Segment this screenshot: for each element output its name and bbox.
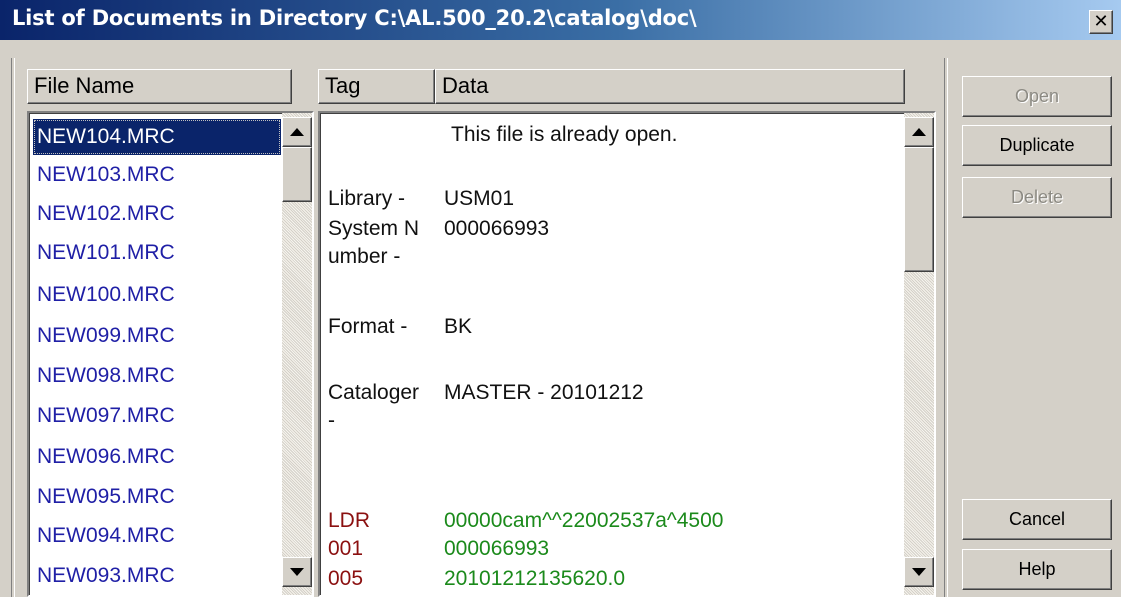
file-list-item-new101[interactable]: NEW101.MRC <box>33 235 281 271</box>
field-value-cataloger: MASTER - 20101212 <box>444 381 644 404</box>
file-list-scrollbar[interactable] <box>282 113 312 595</box>
data-header-label: Data <box>442 73 489 98</box>
record-value-ldr: 00000cam^^22002537a^4500 <box>444 509 724 532</box>
preview-scroll-down-button[interactable] <box>904 557 934 587</box>
file-list-scroll-up-button[interactable] <box>282 117 312 147</box>
field-tag-format: Format - <box>328 315 408 338</box>
preview-scroll-up-button[interactable] <box>904 117 934 147</box>
duplicate-button[interactable]: Duplicate <box>962 125 1112 166</box>
file-list-item-new104[interactable]: NEW104.MRC <box>33 119 281 155</box>
record-tag-001: 001 <box>328 537 364 560</box>
close-icon: ✕ <box>1093 11 1109 32</box>
tag-header-label: Tag <box>325 73 361 98</box>
field-tag-system-number: System Number - <box>328 217 420 268</box>
document-preview[interactable]: This file is already open. Library - USM… <box>318 111 936 597</box>
field-value-system-number: 000066993 <box>444 217 550 240</box>
help-button[interactable]: Help <box>962 549 1112 590</box>
file-list-item-new096[interactable]: NEW096.MRC <box>33 439 281 475</box>
file-list-item-new098[interactable]: NEW098.MRC <box>33 358 281 394</box>
record-tag-005: 005 <box>328 567 364 590</box>
record-value-001: 000066993 <box>444 537 550 560</box>
arrow-down-icon <box>912 568 926 576</box>
field-tag-library: Library - <box>328 187 406 210</box>
preview-scroll-thumb[interactable] <box>904 147 934 272</box>
record-tag-ldr: LDR <box>328 509 371 532</box>
file-list-item-new102[interactable]: NEW102.MRC <box>33 196 281 232</box>
file-list-item-new094[interactable]: NEW094.MRC <box>33 518 281 554</box>
title-bar: List of Documents in Directory C:\AL.500… <box>0 0 1121 40</box>
file-list-item-new093[interactable]: NEW093.MRC <box>33 558 281 594</box>
data-column-header[interactable]: Data <box>435 69 905 104</box>
file-list-item-new099[interactable]: NEW099.MRC <box>33 318 281 354</box>
field-value-format: BK <box>444 315 473 338</box>
arrow-down-icon <box>290 568 304 576</box>
frame-divider-right <box>944 58 948 597</box>
arrow-up-icon <box>912 128 926 136</box>
tag-column-header[interactable]: Tag <box>318 69 435 104</box>
already-open-notice: This file is already open. <box>451 123 678 146</box>
cancel-button[interactable]: Cancel <box>962 499 1112 540</box>
file-list-item-new100[interactable]: NEW100.MRC <box>33 277 281 313</box>
file-list-item-new097[interactable]: NEW097.MRC <box>33 398 281 434</box>
file-list-scroll-thumb[interactable] <box>282 147 312 202</box>
arrow-up-icon <box>290 128 304 136</box>
close-button[interactable]: ✕ <box>1089 10 1113 34</box>
file-list-scroll-down-button[interactable] <box>282 557 312 587</box>
file-name-header-label: File Name <box>34 73 135 98</box>
file-name-column-header[interactable]: File Name <box>27 69 292 104</box>
field-tag-cataloger: Cataloger - <box>328 381 420 432</box>
field-value-library: USM01 <box>444 187 515 210</box>
open-button[interactable]: Open <box>962 76 1112 117</box>
file-list[interactable]: NEW104.MRC NEW103.MRC NEW102.MRC NEW101.… <box>27 111 314 597</box>
delete-button[interactable]: Delete <box>962 177 1112 218</box>
window-title: List of Documents in Directory C:\AL.500… <box>12 6 697 30</box>
record-value-005: 20101212135620.0 <box>444 567 626 590</box>
frame-divider-left <box>11 58 15 597</box>
file-list-item-new095[interactable]: NEW095.MRC <box>33 479 281 515</box>
preview-scrollbar[interactable] <box>904 113 934 595</box>
file-list-item-new103[interactable]: NEW103.MRC <box>33 157 281 193</box>
